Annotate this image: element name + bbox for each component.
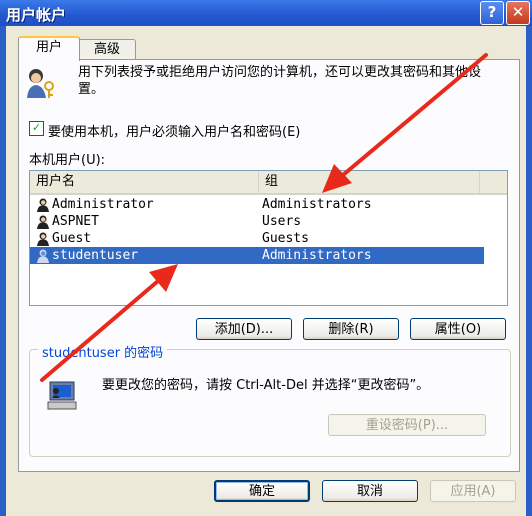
window-title: 用户帐户 <box>6 6 67 24</box>
table-row[interactable]: Administrator Administrators <box>30 196 484 213</box>
require-login-label[interactable]: 要使用本机，用户必须输入用户名和密码(E) <box>48 121 300 140</box>
users-icon <box>27 69 54 98</box>
description-text: 用下列表授予或拒绝用户访问您的计算机，还可以更改其密码和其他设置。 <box>78 65 482 97</box>
user-icon <box>37 249 49 263</box>
user-group: Guests <box>262 231 309 246</box>
users-listview[interactable]: 用户名 组 Administrator Administrators ASPNE… <box>29 170 508 306</box>
require-login-checkbox[interactable]: ✓ <box>29 121 44 136</box>
remove-user-button[interactable]: 删除(R) <box>303 318 399 340</box>
column-header-username[interactable]: 用户名 <box>30 171 259 193</box>
ok-button[interactable]: 确定 <box>214 480 310 502</box>
user-icon <box>37 198 49 212</box>
close-icon[interactable]: ✕ <box>506 1 530 25</box>
user-icon <box>37 215 49 229</box>
table-row[interactable]: Guest Guests <box>30 230 484 247</box>
user-icon <box>37 232 49 246</box>
table-row-selected[interactable]: studentuser Administrators <box>30 247 484 264</box>
user-name: ASPNET <box>52 214 99 229</box>
cancel-button[interactable]: 取消 <box>322 480 418 502</box>
properties-button[interactable]: 属性(O) <box>410 318 506 340</box>
users-list-label: 本机用户(U): <box>29 153 106 168</box>
help-icon[interactable]: ? <box>480 1 504 25</box>
apply-button[interactable]: 应用(A) <box>430 480 516 502</box>
column-header-group[interactable]: 组 <box>259 171 480 193</box>
password-instructions: 要更改您的密码，请按 Ctrl-Alt-Del 并选择“更改密码”。 <box>102 378 430 393</box>
user-group: Administrators <box>262 248 372 263</box>
tab-users[interactable]: 用户 <box>18 36 80 61</box>
add-user-button[interactable]: 添加(D)... <box>196 318 292 340</box>
user-group: Administrators <box>262 197 372 212</box>
dialog-client-area: 高级 用户 用下列表授予或拒绝用户访问您的计算机，还可以更改其密码和其他设置。 … <box>6 26 526 516</box>
user-name: studentuser <box>52 248 139 263</box>
title-bar: 用户帐户 ? ✕ <box>0 0 532 26</box>
password-icon <box>47 381 77 410</box>
reset-password-button[interactable]: 重设密码(P)... <box>328 414 486 436</box>
user-name: Administrator <box>52 197 154 212</box>
password-groupbox <box>29 349 511 457</box>
password-group-title: studentuser 的密码 <box>38 347 168 360</box>
list-header: 用户名 组 <box>30 171 507 195</box>
user-name: Guest <box>52 231 92 246</box>
table-row[interactable]: ASPNET Users <box>30 213 484 230</box>
tab-advanced[interactable]: 高级 <box>78 39 136 60</box>
user-group: Users <box>262 214 302 229</box>
window-border-right <box>526 26 532 516</box>
